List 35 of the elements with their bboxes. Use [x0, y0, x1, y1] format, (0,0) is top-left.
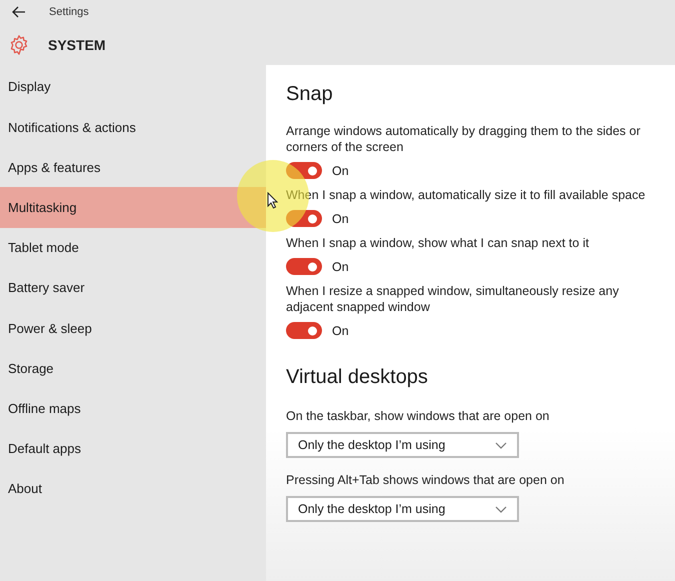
section-header: SYSTEM — [48, 36, 106, 52]
back-arrow-icon[interactable] — [12, 6, 26, 18]
setting-label: When I snap a window, show what I can snap next to it — [286, 235, 590, 251]
toggle-state: On — [332, 324, 349, 338]
chevron-down-icon — [495, 442, 507, 448]
toggle-state: On — [332, 260, 349, 274]
sidebar-item[interactable]: About — [0, 468, 266, 509]
dropdown[interactable]: Only the desktop I’m using — [286, 432, 519, 458]
sidebar-item[interactable]: Power & sleep — [0, 308, 266, 348]
sidebar-item[interactable]: Apps & features — [0, 147, 266, 188]
pointer-icon — [267, 192, 278, 209]
toggle-switch[interactable] — [286, 258, 322, 275]
setting-label: Pressing Alt+Tab shows windows that are open on — [286, 472, 566, 488]
window-title: Settings — [49, 6, 89, 18]
gear-icon — [8, 34, 30, 56]
setting-label: When I resize a snapped window, simultaneously resize any adjacent snapped window — [286, 283, 620, 315]
setting-label: On the taskbar, show windows that are open on — [286, 408, 550, 424]
toggle-state: On — [332, 164, 349, 178]
toggle-switch[interactable] — [286, 162, 322, 179]
section-title: Snap — [286, 83, 334, 106]
section-title: Virtual desktops — [286, 366, 429, 389]
toggle-state: On — [332, 212, 349, 226]
sidebar-item[interactable]: Tablet mode — [0, 228, 266, 268]
sidebar-item[interactable]: Battery saver — [0, 268, 266, 308]
sidebar-item[interactable]: Default apps — [0, 428, 266, 469]
setting-label: Arrange windows automatically by dragging them to the sides or corners of the screen — [286, 123, 642, 155]
toggle-switch[interactable] — [286, 322, 322, 339]
sidebar-item[interactable]: Notifications & actions — [0, 107, 266, 148]
sidebar-item[interactable]: Display — [0, 65, 266, 107]
sidebar-item[interactable]: Offline maps — [0, 388, 266, 428]
sidebar-item[interactable]: Multitasking — [0, 187, 266, 228]
sidebar-item[interactable]: Storage — [0, 348, 266, 388]
chevron-down-icon — [495, 506, 507, 512]
toggle-switch[interactable] — [286, 210, 322, 227]
dropdown[interactable]: Only the desktop I’m using — [286, 496, 519, 522]
